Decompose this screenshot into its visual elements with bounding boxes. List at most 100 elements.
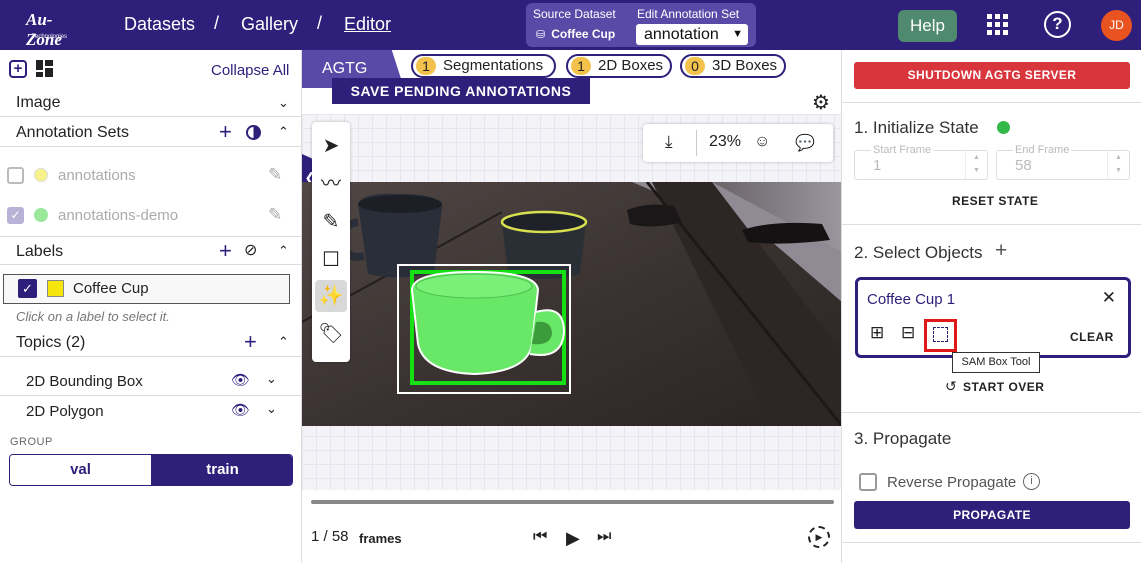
polyline-tool-icon[interactable]: 〰 [315, 168, 347, 200]
layout-icon[interactable] [36, 60, 53, 77]
remove-point-cursor-icon[interactable]: ⊟ [901, 323, 915, 343]
ai-tool-icon[interactable]: ✨ [315, 280, 347, 312]
clear-button[interactable]: CLEAR [1070, 330, 1114, 344]
add-annotation-set-icon[interactable]: + [219, 121, 232, 143]
close-icon[interactable]: ✕ [1102, 288, 1116, 308]
annotation-canvas[interactable]: ❮ ➤ 〰 ✎ ☐ ✨ 🏷 ⤓ 23% ☺ 💬 [302, 114, 842, 490]
object-card[interactable]: Coffee Cup 1 ✕ ⊞ ⊟ CLEAR [855, 277, 1131, 358]
skip-forward-icon[interactable]: ⏭ [597, 528, 611, 546]
pencil-icon[interactable]: ✎ [268, 205, 282, 225]
annotation-set-row[interactable]: ✓ annotations-demo ✎ [0, 200, 301, 232]
step-1-title: 1. Initialize State [854, 118, 979, 137]
undo-icon[interactable]: ↺ [945, 378, 957, 395]
shutdown-agtg-server-button[interactable]: SHUTDOWN AGTG SERVER [854, 62, 1130, 89]
apps-grid-icon[interactable] [987, 14, 1009, 36]
topic-item[interactable]: 2D Polygon 👁 ⌄ [0, 396, 301, 426]
count-badge: 1 [571, 57, 591, 75]
dashed-box-icon [933, 327, 948, 342]
group-toggle: val train [9, 454, 293, 486]
section-image[interactable]: Image ⌄ [0, 88, 301, 117]
logo[interactable]: Au-Zone Technologies [22, 6, 82, 49]
chevron-up-icon[interactable]: ⌃ [278, 124, 289, 140]
frame-image[interactable] [302, 182, 842, 426]
tag-tool-icon[interactable]: 🏷 [315, 318, 347, 350]
chevron-up-icon[interactable]: ⌃ [278, 243, 289, 259]
count-3d-boxes: 0 3D Boxes [680, 54, 786, 78]
section-labels: Labels + ⊘ ⌃ [0, 236, 301, 265]
add-label-icon[interactable]: + [219, 240, 232, 262]
collapse-all-button[interactable]: Collapse All [211, 62, 289, 79]
annotation-set-select[interactable]: annotation ▼ [636, 24, 748, 45]
section-annotation-sets-title: Annotation Sets [16, 124, 129, 141]
topic-item[interactable]: 2D Bounding Box 👁 ⌄ [0, 366, 301, 396]
count-label: Segmentations [443, 57, 544, 74]
group-option-val[interactable]: val [10, 455, 151, 485]
frame-timeline[interactable] [311, 500, 834, 504]
group-option-train[interactable]: train [151, 455, 292, 485]
start-over-button[interactable]: START OVER [963, 380, 1044, 394]
chevron-down-icon[interactable]: ⌄ [266, 401, 277, 417]
breadcrumb-datasets[interactable]: Datasets [124, 14, 195, 35]
editor-area: ❮ ➤ 〰 ✎ ☐ ✨ 🏷 ⤓ 23% ☺ 💬 AGTG 1 Segmentat… [301, 50, 842, 563]
info-icon[interactable]: i [1023, 473, 1040, 490]
brush-tool-icon[interactable]: ✎ [315, 206, 347, 238]
topic-name: 2D Polygon [26, 403, 104, 420]
count-label: 3D Boxes [712, 57, 778, 74]
start-frame-field[interactable]: Start Frame 1 ▲ ▼ [854, 144, 988, 180]
start-frame-label: Start Frame [871, 144, 934, 156]
add-object-icon[interactable]: + [995, 239, 1007, 263]
logo-text: Au-Zone [26, 10, 62, 49]
label-item-coffee-cup[interactable]: ✓ Coffee Cup [3, 274, 290, 304]
left-sidebar: + Collapse All Image ⌄ Annotation Sets +… [0, 50, 301, 563]
question-icon[interactable]: ? [1044, 11, 1071, 38]
section-annotation-sets: Annotation Sets + ⌃ [0, 118, 301, 147]
download-icon[interactable]: ⤓ [665, 132, 673, 152]
add-point-cursor-icon[interactable]: ⊞ [870, 323, 884, 343]
stepper-icon[interactable]: ▲ ▼ [965, 151, 987, 179]
annotation-set-checkbox[interactable]: ✓ [7, 207, 24, 224]
annotation-set-color-dot [34, 168, 48, 182]
start-frame-value: 1 [873, 157, 882, 174]
dataset-info-box: Source Dataset Edit Annotation Set ⛁ Coff… [526, 3, 756, 47]
end-frame-field[interactable]: End Frame 58 ▲ ▼ [996, 144, 1130, 180]
reverse-propagate-checkbox[interactable] [859, 473, 877, 491]
chevron-up-icon[interactable]: ⌃ [278, 334, 289, 350]
contrast-icon[interactable] [246, 125, 261, 140]
source-dataset-name: Coffee Cup [551, 27, 616, 41]
skip-back-icon[interactable]: ⏮ [533, 528, 547, 546]
pointer-tool-icon[interactable]: ➤ [315, 130, 347, 162]
play-icon[interactable]: ▶ [566, 528, 580, 549]
eye-icon[interactable]: 👁 [231, 371, 250, 389]
chevron-down-icon[interactable]: ⌄ [278, 95, 289, 111]
tool-palette: ➤ 〰 ✎ ☐ ✨ 🏷 [312, 122, 350, 362]
status-dot [997, 121, 1010, 134]
add-panel-icon[interactable]: + [9, 60, 27, 78]
save-pending-annotations-button[interactable]: SAVE PENDING ANNOTATIONS [332, 78, 590, 104]
rectangle-tool-icon[interactable]: ☐ [315, 244, 347, 276]
logo-subtext: Technologies [32, 34, 68, 40]
annotation-set-checkbox[interactable] [7, 167, 24, 184]
gear-icon[interactable]: ⚙ [812, 90, 830, 115]
sam-box-tool-button[interactable] [924, 319, 957, 352]
zoom-fit-icon[interactable]: ☺ [754, 133, 770, 151]
pencil-icon[interactable]: ✎ [268, 165, 282, 185]
count-badge: 0 [685, 57, 705, 75]
count-label: 2D Boxes [598, 57, 664, 74]
section-image-title: Image [16, 94, 61, 111]
propagate-button[interactable]: PROPAGATE [854, 501, 1130, 529]
help-button[interactable]: Help [898, 10, 957, 42]
playback-mode-icon[interactable]: ▶ [808, 526, 830, 548]
breadcrumb-editor[interactable]: Editor [344, 14, 391, 35]
avatar[interactable]: JD [1101, 10, 1132, 41]
stepper-icon[interactable]: ▲ ▼ [1107, 151, 1129, 179]
add-topic-icon[interactable]: + [244, 331, 257, 353]
comment-icon[interactable]: 💬 [795, 133, 815, 153]
label-checkbox[interactable]: ✓ [18, 279, 37, 298]
eye-off-icon[interactable]: ⊘ [244, 240, 257, 260]
breadcrumb-gallery[interactable]: Gallery [241, 14, 298, 35]
reset-state-button[interactable]: RESET STATE [952, 194, 1038, 208]
chevron-down-icon[interactable]: ⌄ [266, 371, 277, 387]
divider [842, 224, 1141, 225]
eye-icon[interactable]: 👁 [231, 401, 250, 419]
annotation-set-row[interactable]: annotations ✎ [0, 160, 301, 192]
